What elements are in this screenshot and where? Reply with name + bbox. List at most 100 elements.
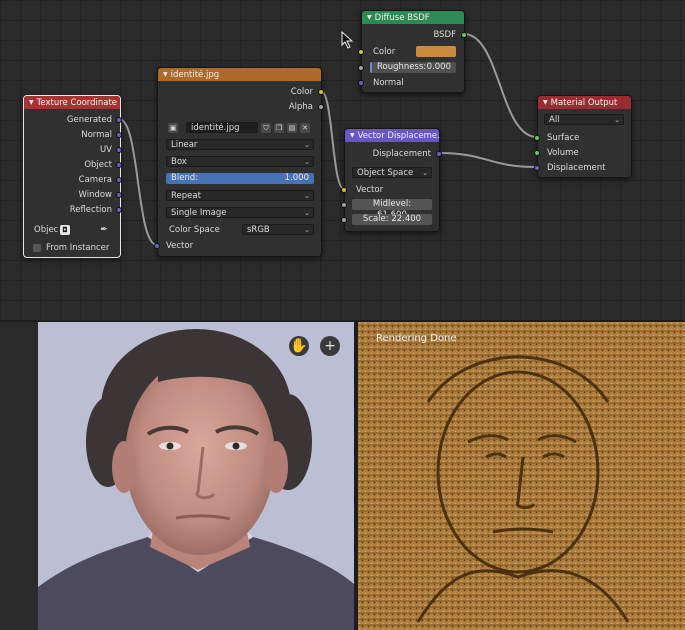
- scale-field[interactable]: Scale: 22.400: [352, 214, 432, 225]
- output-bsdf: BSDF: [433, 30, 456, 40]
- texture-coordinate-header[interactable]: ▼ Texture Coordinate: [24, 96, 120, 109]
- space-value: Object Space: [357, 168, 414, 178]
- socket-generated[interactable]: [116, 117, 122, 123]
- chevron-down-icon: ⌄: [614, 116, 620, 124]
- collapse-arrow-icon[interactable]: ▼: [367, 14, 372, 21]
- socket-volume[interactable]: [534, 150, 540, 156]
- link-color-vector: [320, 90, 345, 190]
- midlevel-field[interactable]: Midlevel: 61.600: [352, 199, 432, 220]
- node-title: Material Output: [550, 98, 618, 108]
- output-alpha: Alpha: [288, 102, 313, 112]
- eyedropper-icon[interactable]: ✒: [99, 225, 109, 235]
- output-window: Window: [78, 190, 112, 200]
- chevron-down-icon: ⌄: [304, 192, 310, 200]
- hand-pan-icon[interactable]: ✋: [289, 336, 309, 356]
- collapse-arrow-icon[interactable]: ▼: [29, 99, 34, 106]
- space-select[interactable]: Object Space ⌄: [352, 167, 432, 178]
- extension-value: Repeat: [171, 191, 201, 201]
- extension-select[interactable]: Repeat ⌄: [166, 190, 314, 201]
- chevron-down-icon: ⌄: [304, 226, 310, 234]
- socket-reflection[interactable]: [116, 207, 122, 213]
- color-swatch[interactable]: [416, 46, 456, 57]
- blend-value: 1.000: [284, 173, 309, 183]
- projection-select[interactable]: Box ⌄: [166, 156, 314, 167]
- render-result: [358, 322, 685, 630]
- output-uv: UV: [99, 145, 112, 155]
- input-displacement: Displacement: [547, 163, 606, 173]
- socket-color-in[interactable]: [358, 49, 364, 55]
- color-space-select[interactable]: sRGB ⌄: [242, 224, 314, 235]
- source-select[interactable]: Single Image ⌄: [166, 207, 314, 218]
- color-label: Color: [373, 47, 396, 57]
- socket-color[interactable]: [318, 89, 324, 95]
- render-viewport[interactable]: Rendering Done: [358, 322, 685, 630]
- material-output-header[interactable]: ▼ Material Output: [538, 96, 631, 109]
- image-viewer[interactable]: ✋ +: [38, 322, 354, 630]
- image-texture-header[interactable]: ▼ identité.jpg: [158, 68, 321, 81]
- collapse-arrow-icon[interactable]: ▼: [543, 99, 548, 106]
- unlink-image-icon[interactable]: ✕: [300, 123, 310, 133]
- collapse-arrow-icon[interactable]: ▼: [350, 132, 355, 139]
- node-editor[interactable]: ▼ Texture Coordinate Generated Normal UV …: [0, 0, 685, 320]
- socket-normal[interactable]: [116, 132, 122, 138]
- object-field[interactable]: ◘: [60, 225, 70, 235]
- from-instancer-checkbox[interactable]: [33, 244, 41, 252]
- interpolation-select[interactable]: Linear ⌄: [166, 139, 314, 150]
- socket-displacement-in[interactable]: [534, 165, 540, 171]
- normal-label: Normal: [373, 78, 404, 88]
- vector-displacement-node[interactable]: ▼ Vector Displaceme.. Displacement Object…: [341, 128, 442, 232]
- target-select[interactable]: All ⌄: [544, 114, 624, 125]
- socket-midlevel-in[interactable]: [341, 202, 347, 208]
- socket-roughness-in[interactable]: [358, 65, 364, 71]
- duplicate-image-icon[interactable]: ❐: [274, 123, 284, 133]
- output-displacement: Displacement: [372, 149, 431, 159]
- image-name-text: identité.jpg: [191, 123, 240, 133]
- image-name-field[interactable]: identité.jpg: [186, 122, 258, 133]
- node-title: Texture Coordinate: [36, 98, 118, 108]
- object-label: Objec: [34, 225, 59, 235]
- socket-surface[interactable]: [534, 135, 540, 141]
- link-displacement: [437, 152, 538, 168]
- node-title: Diffuse BSDF: [374, 13, 430, 23]
- socket-vector-in[interactable]: [341, 187, 347, 193]
- image-browse-icon[interactable]: ▣: [168, 123, 178, 133]
- diffuse-bsdf-header[interactable]: ▼ Diffuse BSDF: [362, 11, 464, 24]
- projection-value: Box: [171, 157, 187, 167]
- input-volume: Volume: [547, 148, 579, 158]
- blend-field[interactable]: Blend: 1.000: [166, 173, 314, 184]
- roughness-value: 0.000: [426, 62, 451, 72]
- image-texture-node[interactable]: ▼ identité.jpg Color Alpha ▣ identité.jpg…: [154, 67, 324, 257]
- socket-scale-in[interactable]: [341, 217, 347, 223]
- chevron-down-icon: ⌄: [304, 141, 310, 149]
- zoom-in-icon[interactable]: +: [320, 336, 340, 356]
- blend-label: Blend:: [171, 173, 199, 183]
- source-value: Single Image: [171, 208, 227, 218]
- fake-user-icon[interactable]: ⛉: [261, 123, 271, 133]
- midlevel-label: Midlevel:: [372, 199, 412, 209]
- collapse-arrow-icon[interactable]: ▼: [163, 71, 168, 78]
- roughness-label: Roughness:: [377, 62, 427, 72]
- material-output-node[interactable]: ▼ Material Output All ⌄ Surface Volume Dis…: [534, 95, 632, 178]
- node-title: identité.jpg: [170, 70, 220, 80]
- socket-window[interactable]: [116, 192, 122, 198]
- chevron-down-icon: ⌄: [422, 169, 428, 177]
- open-image-icon[interactable]: ▤: [287, 123, 297, 133]
- interpolation-value: Linear: [171, 140, 198, 150]
- socket-uv[interactable]: [116, 147, 122, 153]
- vector-displacement-header[interactable]: ▼ Vector Displaceme..: [345, 129, 439, 142]
- node-title: Vector Displaceme..: [357, 131, 439, 141]
- target-value: All: [549, 115, 560, 125]
- socket-vector-in[interactable]: [154, 243, 160, 249]
- socket-bsdf[interactable]: [461, 32, 467, 38]
- socket-normal-in[interactable]: [358, 80, 364, 86]
- diffuse-bsdf-node[interactable]: ▼ Diffuse BSDF BSDF Color Roughness: 0.000…: [358, 10, 467, 93]
- socket-camera[interactable]: [116, 177, 122, 183]
- socket-alpha[interactable]: [318, 104, 324, 110]
- texture-coordinate-node[interactable]: ▼ Texture Coordinate Generated Normal UV …: [23, 95, 122, 258]
- output-color: Color: [290, 87, 313, 97]
- output-camera: Camera: [78, 175, 112, 185]
- render-status: Rendering Done: [376, 333, 457, 344]
- socket-displacement-out[interactable]: [436, 151, 442, 157]
- roughness-field[interactable]: Roughness: 0.000: [370, 62, 456, 73]
- socket-object[interactable]: [116, 162, 122, 168]
